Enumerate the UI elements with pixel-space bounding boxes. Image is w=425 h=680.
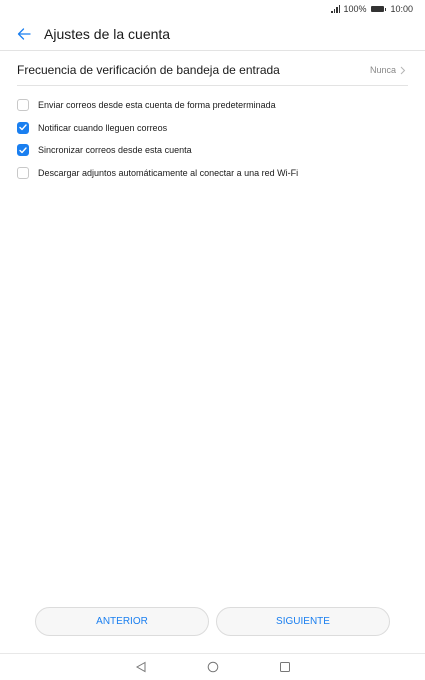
battery-icon (371, 6, 387, 12)
system-nav-bar (0, 653, 425, 680)
app-bar: Ajustes de la cuenta (0, 18, 425, 51)
account-options-list: Enviar correos desde esta cuenta de form… (17, 94, 408, 184)
nav-home-icon[interactable] (206, 660, 220, 674)
previous-button[interactable]: ANTERIOR (35, 607, 209, 636)
signal-icon (331, 5, 341, 13)
nav-back-icon[interactable] (134, 660, 148, 674)
option-wifi-attachments[interactable]: Descargar adjuntos automáticamente al co… (17, 162, 408, 185)
option-label: Sincronizar correos desde esta cuenta (38, 145, 192, 156)
battery-percentage: 100% (343, 4, 367, 14)
chevron-right-icon (400, 65, 408, 75)
status-time: 10:00 (390, 4, 413, 14)
page-title: Ajustes de la cuenta (44, 26, 171, 42)
status-bar: 100% 10:00 (0, 0, 425, 18)
checkbox-checked[interactable] (17, 144, 29, 157)
wizard-buttons: ANTERIOR SIGUIENTE (35, 607, 390, 636)
nav-recents-icon[interactable] (278, 660, 292, 674)
option-default-send[interactable]: Enviar correos desde esta cuenta de form… (17, 94, 408, 117)
option-label: Enviar correos desde esta cuenta de form… (38, 100, 276, 111)
option-label: Notificar cuando lleguen correos (38, 122, 168, 133)
option-notify-mail[interactable]: Notificar cuando lleguen correos (17, 117, 408, 140)
checkbox-unchecked[interactable] (17, 99, 29, 112)
frequency-label: Frecuencia de verificación de bandeja de… (17, 63, 280, 77)
arrow-left-icon[interactable] (17, 26, 33, 42)
option-label: Descargar adjuntos automáticamente al co… (38, 167, 299, 178)
next-button[interactable]: SIGUIENTE (216, 607, 390, 636)
checkbox-unchecked[interactable] (17, 166, 29, 179)
option-sync-mail[interactable]: Sincronizar correos desde esta cuenta (17, 139, 408, 162)
checkbox-checked[interactable] (17, 121, 29, 134)
inbox-check-frequency-row[interactable]: Frecuencia de verificación de bandeja de… (17, 55, 408, 86)
frequency-value: Nunca (369, 65, 396, 75)
